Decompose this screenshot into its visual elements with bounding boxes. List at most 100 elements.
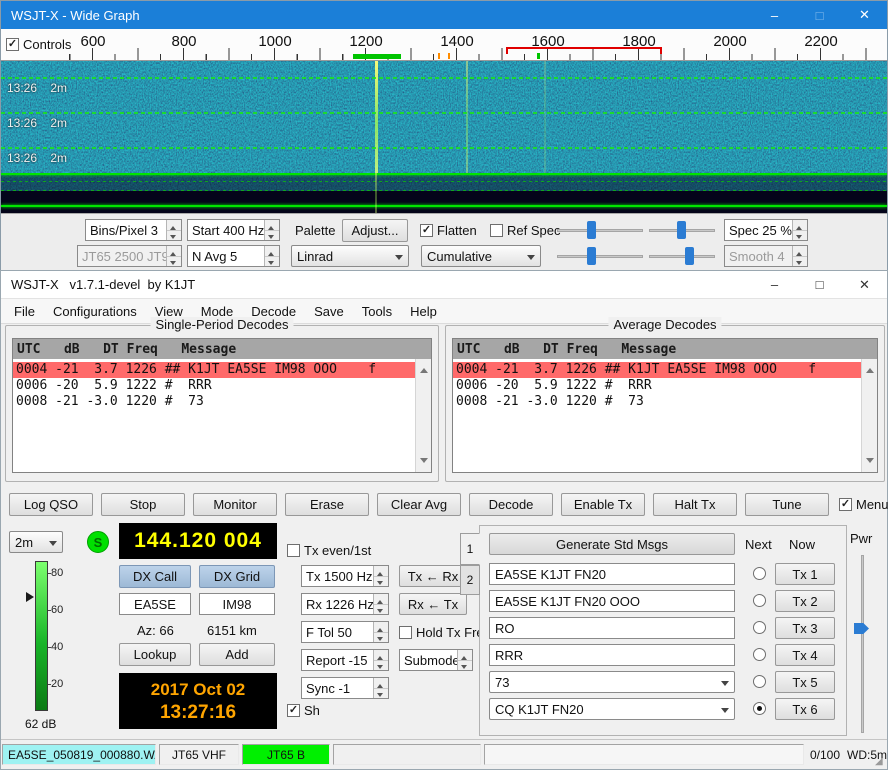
- slider-handle[interactable]: [587, 247, 596, 265]
- tx6-next-radio[interactable]: [753, 702, 766, 715]
- spin-up-icon[interactable]: [793, 220, 807, 231]
- lookup-button[interactable]: Lookup: [119, 643, 191, 666]
- dx-call-field[interactable]: EA5SE: [119, 593, 191, 615]
- tx6-message-combo[interactable]: CQ K1JT FN20: [489, 698, 735, 720]
- spin-down-icon[interactable]: [374, 633, 388, 643]
- tx2-next-radio[interactable]: [753, 594, 766, 607]
- hold-tx-freq-checkbox[interactable]: [399, 626, 412, 639]
- spin-down-icon[interactable]: [265, 231, 279, 241]
- band-select[interactable]: 2m: [9, 531, 63, 553]
- tune-button[interactable]: Tune: [745, 493, 829, 516]
- wide-graph-titlebar[interactable]: WSJT-X - Wide Graph – □ ✕: [1, 1, 887, 29]
- bins-pixel-spinner[interactable]: Bins/Pixel 3: [85, 219, 182, 241]
- scrollbar[interactable]: [861, 359, 877, 472]
- rx-range-bracket[interactable]: [506, 47, 662, 54]
- chevron-down-icon[interactable]: [523, 246, 540, 266]
- tx-from-rx-button[interactable]: Tx ← Rx: [399, 565, 467, 587]
- minimize-icon[interactable]: –: [752, 1, 797, 29]
- decode-row[interactable]: 0006 -20 5.9 1222 # RRR: [453, 378, 861, 394]
- dx-grid-button[interactable]: DX Grid: [199, 565, 275, 588]
- spin-up-icon[interactable]: [374, 594, 388, 605]
- tx5-message-combo[interactable]: 73: [489, 671, 735, 693]
- spectrum-gain-slider[interactable]: [557, 246, 643, 266]
- slider-handle[interactable]: [854, 623, 869, 634]
- menus-toggle[interactable]: ✓ Menus: [839, 497, 888, 512]
- menu-file[interactable]: File: [5, 300, 44, 323]
- flatten-toggle[interactable]: ✓ Flatten: [420, 223, 477, 238]
- spin-up-icon[interactable]: [374, 678, 388, 689]
- tx6-now-button[interactable]: Tx 6: [775, 698, 835, 720]
- tx-even-toggle[interactable]: Tx even/1st: [287, 543, 371, 558]
- decode-row[interactable]: 0004 -21 3.7 1226 ## K1JT EA5SE IM98 OOO…: [453, 362, 861, 378]
- tx3-next-radio[interactable]: [753, 621, 766, 634]
- decode-row[interactable]: 0006 -20 5.9 1222 # RRR: [13, 378, 415, 394]
- close-icon[interactable]: ✕: [842, 1, 887, 29]
- main-titlebar[interactable]: WSJT-X v1.7.1-devel by K1JT – □ ✕: [1, 271, 887, 299]
- add-button[interactable]: Add: [199, 643, 275, 666]
- rx-from-tx-button[interactable]: Rx ← Tx: [399, 593, 467, 615]
- ref-spec-checkbox[interactable]: [490, 224, 503, 237]
- spin-down-icon[interactable]: [793, 231, 807, 241]
- spin-up-icon[interactable]: [458, 650, 472, 661]
- decode-row[interactable]: 0008 -21 -3.0 1220 # 73: [453, 394, 861, 410]
- waterfall-gain-slider[interactable]: [557, 220, 643, 240]
- stop-button[interactable]: Stop: [101, 493, 185, 516]
- spin-up-icon[interactable]: [374, 622, 388, 633]
- dx-grid-field[interactable]: IM98: [199, 593, 275, 615]
- controls-checkbox[interactable]: ✓: [6, 38, 19, 51]
- spin-up-icon[interactable]: [265, 246, 279, 257]
- spin-down-icon[interactable]: [374, 605, 388, 615]
- decode-row[interactable]: 0004 -21 3.7 1226 ## K1JT EA5SE IM98 OOO…: [13, 362, 415, 378]
- menus-checkbox[interactable]: ✓: [839, 498, 852, 511]
- chevron-down-icon[interactable]: [391, 246, 408, 266]
- report-spinner[interactable]: Report -15: [301, 649, 389, 671]
- spectrum-zero-slider[interactable]: [649, 246, 715, 266]
- minimize-icon[interactable]: –: [752, 271, 797, 298]
- tx2-now-button[interactable]: Tx 2: [775, 590, 835, 612]
- rx-freq-marker[interactable]: [353, 54, 401, 59]
- spin-down-icon[interactable]: [265, 257, 279, 267]
- clear-avg-button[interactable]: Clear Avg: [377, 493, 461, 516]
- tx5-now-button[interactable]: Tx 5: [775, 671, 835, 693]
- slider-handle[interactable]: [677, 221, 686, 239]
- slider-track[interactable]: [557, 229, 643, 232]
- maximize-icon[interactable]: □: [797, 271, 842, 298]
- spectrum-display[interactable]: [1, 173, 887, 213]
- chevron-down-icon[interactable]: [717, 672, 734, 692]
- tx-freq-spinner[interactable]: Tx 1500 Hz: [301, 565, 389, 587]
- spin-up-icon[interactable]: [265, 220, 279, 231]
- tx4-now-button[interactable]: Tx 4: [775, 644, 835, 666]
- tx1-message-field[interactable]: EA5SE K1JT FN20: [489, 563, 735, 585]
- chevron-down-icon[interactable]: [45, 532, 62, 552]
- display-mode-select[interactable]: Cumulative: [421, 245, 541, 267]
- n-avg-spinner[interactable]: N Avg 5: [187, 245, 280, 267]
- sh-toggle[interactable]: ✓ Sh: [287, 703, 320, 718]
- spin-up-icon[interactable]: [374, 566, 388, 577]
- decode-button[interactable]: Decode: [469, 493, 553, 516]
- spin-down-icon[interactable]: [374, 577, 388, 587]
- controls-toggle[interactable]: ✓ Controls: [1, 29, 69, 60]
- spin-down-icon[interactable]: [374, 661, 388, 671]
- sh-checkbox[interactable]: ✓: [287, 704, 300, 717]
- scrollbar[interactable]: [415, 359, 431, 472]
- tx2-message-field[interactable]: EA5SE K1JT FN20 OOO: [489, 590, 735, 612]
- generate-std-msgs-button[interactable]: Generate Std Msgs: [489, 533, 735, 555]
- tx3-message-field[interactable]: RO: [489, 617, 735, 639]
- waterfall-display[interactable]: 13:26 2m 13:26 2m 13:26 2m: [1, 61, 887, 173]
- spin-down-icon[interactable]: [374, 689, 388, 699]
- log-qso-button[interactable]: Log QSO: [9, 493, 93, 516]
- spec-percent-spinner[interactable]: Spec 25 %: [724, 219, 808, 241]
- rx-freq-spinner[interactable]: Rx 1226 Hz: [301, 593, 389, 615]
- spin-down-icon[interactable]: [458, 661, 472, 671]
- ref-spec-toggle[interactable]: Ref Spec: [490, 223, 560, 238]
- menu-save[interactable]: Save: [305, 300, 353, 323]
- chevron-down-icon[interactable]: [717, 699, 734, 719]
- tx1-now-button[interactable]: Tx 1: [775, 563, 835, 585]
- tx4-message-field[interactable]: RRR: [489, 644, 735, 666]
- start-freq-spinner[interactable]: Start 400 Hz: [187, 219, 280, 241]
- adjust-button[interactable]: Adjust...: [342, 219, 408, 242]
- tx4-next-radio[interactable]: [753, 648, 766, 661]
- tx-even-checkbox[interactable]: [287, 544, 300, 557]
- slider-track[interactable]: [649, 255, 715, 258]
- slider-track[interactable]: [861, 555, 864, 733]
